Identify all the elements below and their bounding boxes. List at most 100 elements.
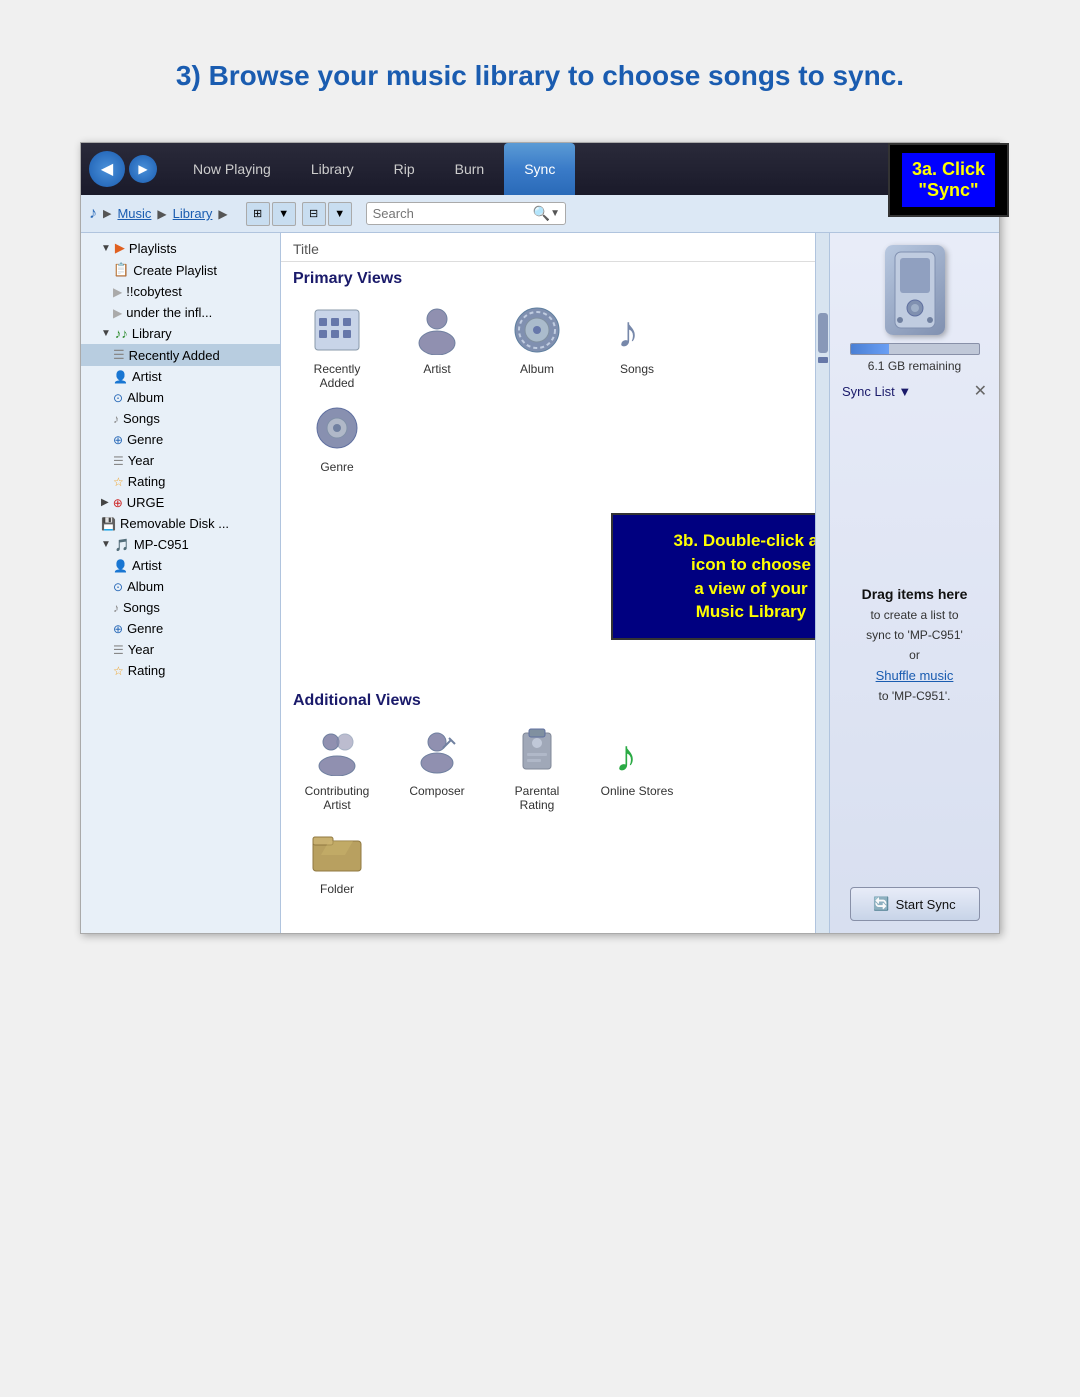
scrollbar-grip	[818, 357, 828, 363]
content-area: Title Primary Views	[281, 233, 815, 933]
sidebar-item-mp-artist[interactable]: 👤 Artist	[81, 555, 280, 576]
breadcrumb-library[interactable]: Library	[173, 206, 213, 221]
view-artist[interactable]: Artist	[397, 302, 477, 390]
wmp-window: ◀ ▶ Now Playing Library Rip Burn Sync » …	[80, 142, 1000, 934]
urge-icon: ⊕	[113, 496, 123, 510]
content-scrollbar[interactable]	[815, 233, 829, 933]
sync-callout-text: 3a. Click "Sync"	[902, 153, 995, 207]
title-column-header: Title	[293, 241, 319, 257]
playlists-expand-icon: ▼	[101, 243, 111, 254]
recently-added-view-icon	[309, 302, 365, 358]
storage-bar-container: 6.1 GB remaining	[850, 343, 980, 373]
view-composer[interactable]: Composer	[397, 724, 477, 812]
sidebar-section-library[interactable]: ▼ ♪♪ Library	[81, 323, 280, 344]
mp-songs-icon: ♪	[113, 601, 119, 615]
primary-views-grid: Recently Added Artist	[281, 292, 815, 400]
view-btn-dropdown[interactable]: ▼	[272, 202, 296, 226]
content-header: Title	[281, 233, 815, 262]
sidebar-item-year[interactable]: ☰ Year	[81, 450, 280, 471]
additional-views-label: Additional Views	[281, 684, 815, 714]
sync-callout: 3a. Click "Sync"	[888, 143, 1009, 217]
storage-label: 6.1 GB remaining	[850, 359, 980, 373]
composer-icon	[409, 724, 465, 780]
sync-list-close-button[interactable]: ✕	[974, 381, 987, 401]
sidebar-item-recently-added[interactable]: ☰ Recently Added	[81, 344, 280, 366]
playlists-label: Playlists	[129, 241, 177, 256]
tab-rip[interactable]: Rip	[374, 143, 435, 195]
shuffle-music-link[interactable]: Shuffle music	[876, 668, 954, 683]
tab-library[interactable]: Library	[291, 143, 374, 195]
primary-views-label: Primary Views	[281, 262, 815, 292]
sidebar-item-mp-songs[interactable]: ♪ Songs	[81, 597, 280, 618]
view-recently-added[interactable]: Recently Added	[297, 302, 377, 390]
songs-view-label: Songs	[620, 362, 654, 376]
sidebar-item-mp-rating[interactable]: ☆ Rating	[81, 660, 280, 681]
search-box[interactable]: 🔍 ▼	[366, 202, 566, 225]
sidebar-item-mp-album[interactable]: ⊙ Album	[81, 576, 280, 597]
view-btn-3[interactable]: ▼	[328, 202, 352, 226]
tab-now-playing[interactable]: Now Playing	[173, 143, 291, 195]
sidebar-item-rating[interactable]: ☆ Rating	[81, 471, 280, 492]
sidebar-item-mp-year[interactable]: ☰ Year	[81, 639, 280, 660]
sidebar-section-urge[interactable]: ▶ ⊕ URGE	[81, 492, 280, 513]
mp-album-icon: ⊙	[113, 580, 123, 594]
folder-label: Folder	[320, 882, 354, 896]
recently-added-view-label: Recently Added	[297, 362, 377, 390]
sidebar-section-playlists[interactable]: ▼ ▶ Playlists	[81, 237, 280, 259]
sidebar-item-cobytest[interactable]: ▶ !!cobytest	[81, 281, 280, 302]
sidebar-item-artist[interactable]: 👤 Artist	[81, 366, 280, 387]
sidebar-item-songs[interactable]: ♪ Songs	[81, 408, 280, 429]
search-input[interactable]	[373, 206, 533, 221]
storage-bar	[850, 343, 980, 355]
online-stores-label: Online Stores	[601, 784, 674, 798]
sidebar-item-create-playlist[interactable]: 📋 Create Playlist	[81, 259, 280, 281]
view-btn-1[interactable]: ⊞	[246, 202, 270, 226]
view-parental-rating[interactable]: Parental Rating	[497, 724, 577, 812]
album-view-icon	[509, 302, 565, 358]
view-btn-2[interactable]: ⊟	[302, 202, 326, 226]
sidebar-section-mp[interactable]: ▼ 🎵 MP-C951	[81, 534, 280, 555]
scrollbar-thumb[interactable]	[818, 313, 828, 353]
search-dropdown-icon[interactable]: ▼	[550, 208, 560, 219]
year-icon: ☰	[113, 454, 124, 468]
main-area: ▼ ▶ Playlists 📋 Create Playlist ▶ !!coby…	[81, 233, 999, 933]
sync-drag-area: Drag items here to create a list to sync…	[854, 409, 976, 879]
view-contributing-artist[interactable]: Contributing Artist	[297, 724, 377, 812]
sync-list-dropdown[interactable]: Sync List ▼	[842, 384, 911, 399]
artist-icon: 👤	[113, 370, 128, 384]
playlists-icon: ▶	[115, 240, 125, 256]
view-folder[interactable]: Folder	[297, 822, 377, 896]
recently-added-icon: ☰	[113, 347, 125, 363]
mp-genre-icon: ⊕	[113, 622, 123, 636]
artist-view-label: Artist	[423, 362, 450, 376]
sidebar-item-album[interactable]: ⊙ Album	[81, 387, 280, 408]
sidebar-item-removable-disk[interactable]: 💾 Removable Disk ...	[81, 513, 280, 534]
sidebar-item-under-infl[interactable]: ▶ under the infl...	[81, 302, 280, 323]
mp-label: MP-C951	[134, 537, 189, 552]
sidebar-item-genre[interactable]: ⊕ Genre	[81, 429, 280, 450]
start-sync-button[interactable]: 🔄 Start Sync	[850, 887, 980, 921]
or-text: or	[909, 648, 920, 662]
tab-burn[interactable]: Burn	[435, 143, 505, 195]
view-songs[interactable]: ♪ Songs	[597, 302, 677, 390]
under-infl-icon: ▶	[113, 306, 122, 320]
genre-views-grid: Genre	[281, 400, 815, 484]
mp-year-icon: ☰	[113, 643, 124, 657]
breadcrumb-music[interactable]: Music	[117, 206, 151, 221]
library-label: Library	[132, 326, 172, 341]
drag-items-here-text: Drag items here	[862, 586, 968, 602]
view-album[interactable]: Album	[497, 302, 577, 390]
nav-back-button[interactable]: ◀	[89, 151, 125, 187]
songs-view-icon: ♪	[609, 302, 665, 358]
parental-rating-label: Parental Rating	[497, 784, 577, 812]
tab-sync[interactable]: Sync	[504, 143, 575, 195]
view-genre[interactable]: Genre	[297, 400, 377, 474]
tooltip-line2: icon to choose	[629, 553, 815, 577]
sidebar-item-mp-genre[interactable]: ⊕ Genre	[81, 618, 280, 639]
nav-fwd-button[interactable]: ▶	[129, 155, 157, 183]
parental-rating-icon	[509, 724, 565, 780]
drag-subtitle-2: sync to 'MP-C951'	[866, 628, 963, 642]
music-note-icon: ♪	[89, 205, 97, 223]
view-online-stores[interactable]: ♪ Online Stores	[597, 724, 677, 812]
artist-view-icon	[409, 302, 465, 358]
